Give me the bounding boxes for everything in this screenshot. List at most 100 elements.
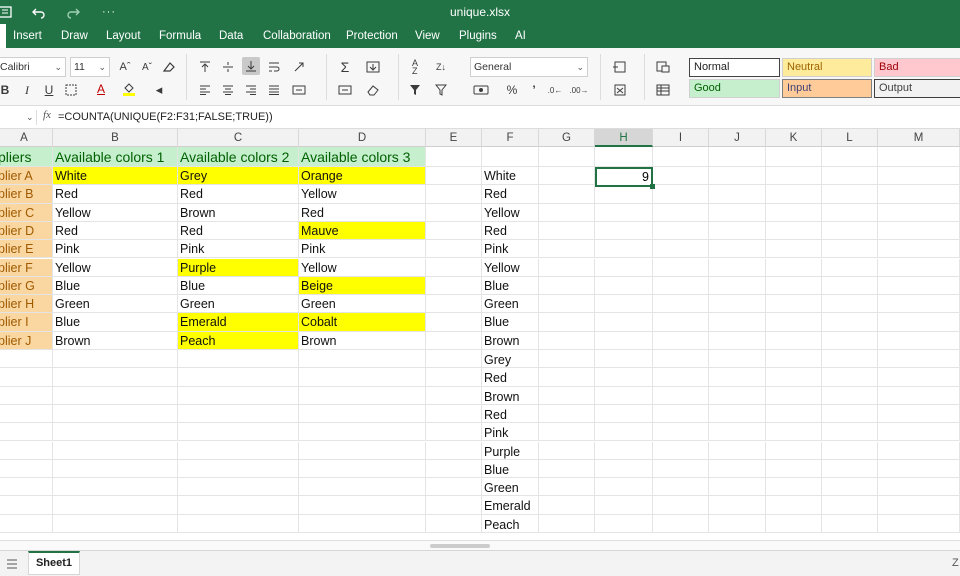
- column-f-cell[interactable]: White: [484, 169, 516, 183]
- empty-cell[interactable]: [299, 441, 426, 460]
- color-cell[interactable]: Pink: [53, 240, 178, 259]
- column-f-cell[interactable]: Red: [484, 371, 507, 385]
- delete-cells-icon[interactable]: [610, 81, 628, 99]
- font-size-select[interactable]: 11 ⌄: [70, 57, 110, 77]
- empty-cell[interactable]: [426, 386, 482, 405]
- empty-cell[interactable]: [426, 459, 482, 479]
- empty-cell[interactable]: [878, 167, 960, 186]
- empty-cell[interactable]: [653, 258, 709, 277]
- empty-cell[interactable]: [709, 441, 766, 460]
- empty-cell[interactable]: [709, 295, 766, 314]
- supplier-cell[interactable]: plier D: [0, 221, 53, 241]
- worksheet-grid[interactable]: ABCDEFGHIJKLM pliers Available colors 1 Av…: [0, 129, 960, 540]
- empty-cell[interactable]: [595, 221, 653, 241]
- empty-cell[interactable]: [653, 185, 709, 204]
- empty-cell[interactable]: [766, 185, 822, 204]
- bold-icon[interactable]: B: [0, 81, 14, 99]
- empty-cell[interactable]: [595, 240, 653, 259]
- empty-cell[interactable]: [822, 147, 878, 167]
- color-cell[interactable]: Red: [53, 221, 178, 241]
- empty-cell[interactable]: [878, 221, 960, 241]
- empty-cell[interactable]: [299, 459, 426, 479]
- tab-collaboration[interactable]: Collaboration: [263, 24, 331, 48]
- column-f-cell[interactable]: Brown: [484, 390, 519, 404]
- column-f-cell[interactable]: Red: [484, 408, 507, 422]
- color-cell[interactable]: Cobalt: [299, 313, 426, 332]
- empty-cell[interactable]: [766, 276, 822, 296]
- empty-cell[interactable]: [595, 258, 653, 277]
- empty-cell[interactable]: [299, 478, 426, 497]
- number-format-select[interactable]: General ⌄: [470, 57, 588, 77]
- font-color-icon[interactable]: A: [92, 80, 110, 98]
- empty-cell[interactable]: [539, 276, 595, 296]
- empty-cell[interactable]: [53, 423, 178, 442]
- color-cell[interactable]: Pink: [299, 240, 426, 259]
- column-header-h[interactable]: H: [595, 129, 653, 147]
- currency-icon[interactable]: [472, 81, 490, 99]
- empty-cell[interactable]: [0, 350, 53, 369]
- empty-cell[interactable]: [766, 478, 822, 497]
- empty-cell[interactable]: [766, 350, 822, 369]
- empty-cell[interactable]: [178, 441, 299, 460]
- empty-cell[interactable]: [822, 167, 878, 186]
- column-f-cell[interactable]: Pink: [484, 242, 508, 256]
- color-cell[interactable]: Brown: [53, 331, 178, 350]
- empty-cell[interactable]: [595, 185, 653, 204]
- empty-cell[interactable]: [178, 404, 299, 424]
- supplier-cell[interactable]: plier J: [0, 331, 53, 350]
- empty-cell[interactable]: [878, 276, 960, 296]
- empty-cell[interactable]: [822, 331, 878, 350]
- empty-cell[interactable]: [709, 514, 766, 533]
- supplier-cell[interactable]: plier B: [0, 185, 53, 204]
- empty-cell[interactable]: [539, 147, 595, 167]
- supplier-cell[interactable]: plier E: [0, 240, 53, 259]
- color-cell[interactable]: Blue: [53, 313, 178, 332]
- empty-cell[interactable]: [766, 496, 822, 515]
- table-header-cell[interactable]: Available colors 2: [178, 147, 299, 167]
- empty-cell[interactable]: [595, 386, 653, 405]
- empty-cell[interactable]: [766, 368, 822, 387]
- color-cell[interactable]: Emerald: [178, 313, 299, 332]
- conditional-format-icon[interactable]: [336, 81, 354, 99]
- empty-cell[interactable]: [426, 368, 482, 387]
- formula-input[interactable]: =COUNTA(UNIQUE(F2:F31;FALSE;TRUE)): [58, 111, 273, 123]
- clear-filter-icon[interactable]: [432, 81, 450, 99]
- empty-cell[interactable]: [539, 478, 595, 497]
- empty-cell[interactable]: [595, 368, 653, 387]
- table-header-cell[interactable]: pliers: [0, 147, 53, 167]
- column-header-b[interactable]: B: [53, 129, 178, 147]
- empty-cell[interactable]: [709, 203, 766, 222]
- empty-cell[interactable]: [878, 404, 960, 424]
- empty-cell[interactable]: [595, 496, 653, 515]
- empty-cell[interactable]: [766, 404, 822, 424]
- column-header-k[interactable]: K: [766, 129, 822, 147]
- empty-cell[interactable]: [709, 404, 766, 424]
- color-cell[interactable]: Red: [53, 185, 178, 204]
- fill-color-icon[interactable]: [120, 80, 138, 98]
- empty-cell[interactable]: [426, 203, 482, 222]
- color-cell[interactable]: Orange: [299, 167, 426, 186]
- empty-cell[interactable]: [653, 350, 709, 369]
- eraser-icon[interactable]: [364, 81, 382, 99]
- empty-cell[interactable]: [426, 404, 482, 424]
- empty-cell[interactable]: [766, 331, 822, 350]
- color-cell[interactable]: Brown: [178, 203, 299, 222]
- tab-protection[interactable]: Protection: [346, 24, 398, 48]
- empty-cell[interactable]: [822, 386, 878, 405]
- empty-cell[interactable]: [653, 459, 709, 479]
- column-header-l[interactable]: L: [822, 129, 878, 147]
- empty-cell[interactable]: [709, 423, 766, 442]
- empty-cell[interactable]: [766, 240, 822, 259]
- decrease-font-icon[interactable]: Aˇ: [138, 58, 156, 76]
- empty-cell[interactable]: [878, 147, 960, 167]
- empty-cell[interactable]: [653, 203, 709, 222]
- empty-cell[interactable]: [709, 276, 766, 296]
- empty-cell[interactable]: [595, 295, 653, 314]
- empty-cell[interactable]: [0, 368, 53, 387]
- color-cell[interactable]: Green: [178, 295, 299, 314]
- empty-cell[interactable]: [822, 496, 878, 515]
- empty-cell[interactable]: [595, 441, 653, 460]
- empty-cell[interactable]: [653, 167, 709, 186]
- supplier-cell[interactable]: plier A: [0, 167, 53, 186]
- supplier-cell[interactable]: plier C: [0, 203, 53, 222]
